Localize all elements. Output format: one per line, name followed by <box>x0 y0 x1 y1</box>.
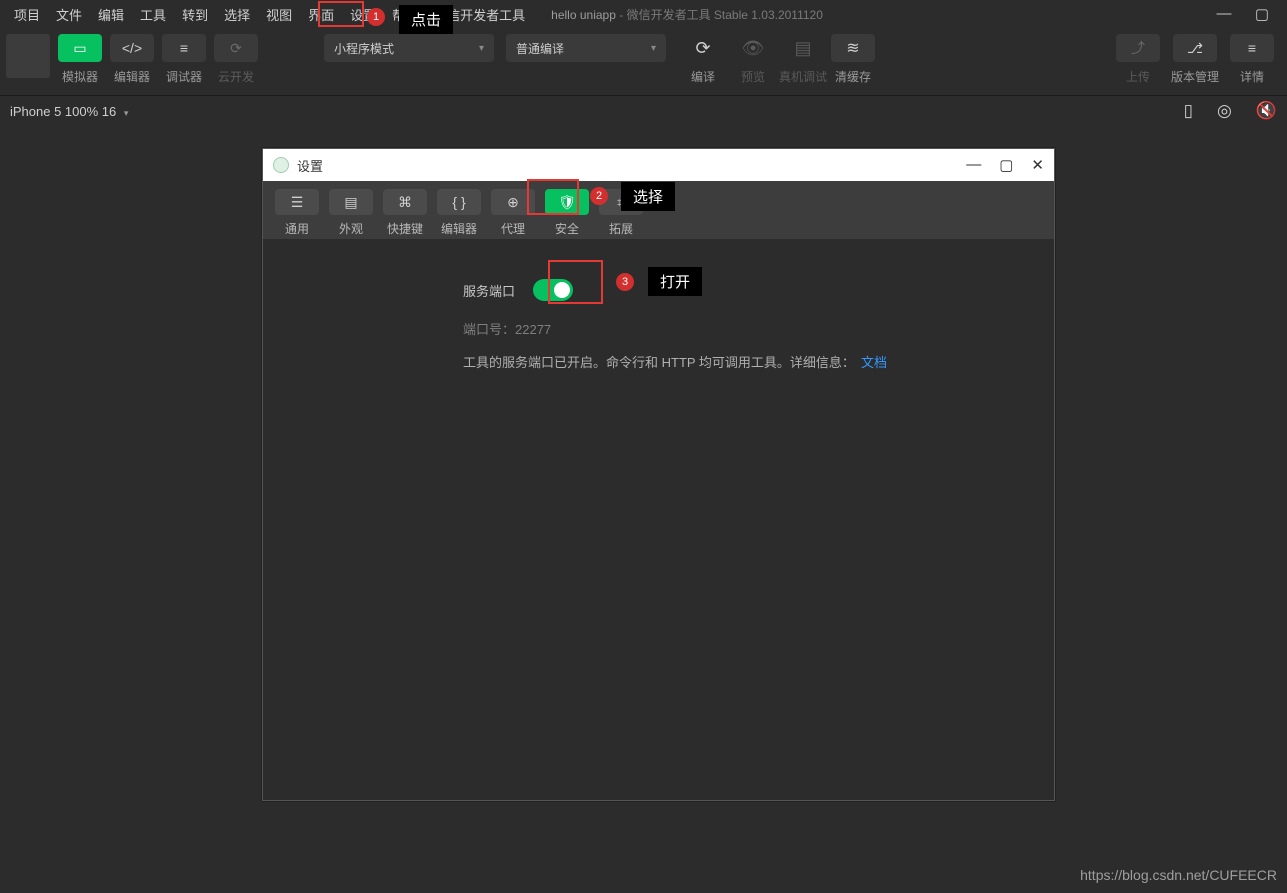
sound-mute-icon[interactable]: 🔇 <box>1256 101 1277 121</box>
maximize-icon[interactable]: ▢ <box>1253 5 1271 23</box>
record-circle-icon[interactable]: ◎ <box>1217 101 1232 121</box>
tab-security-shield-icon[interactable]: 🛡 <box>545 189 589 215</box>
device-value: iPhone 5 100% 16 <box>10 104 116 119</box>
port-value: 22277 <box>515 322 551 337</box>
dialog-close-icon[interactable]: ✕ <box>1031 156 1044 174</box>
menu-item-goto[interactable]: 转到 <box>174 1 216 28</box>
tab-shortcuts-label: 快捷键 <box>387 220 423 237</box>
app-title: hello uniapp - 微信开发者工具 Stable 1.03.20111… <box>551 6 823 23</box>
tab-proxy-globe-icon[interactable]: ⊕ <box>491 189 535 215</box>
tab-security-label: 安全 <box>555 220 579 237</box>
tab-appearance-label: 外观 <box>339 220 363 237</box>
menu-item-project[interactable]: 项目 <box>6 1 48 28</box>
remote-debug-label: 真机调试 <box>779 68 827 85</box>
device-select[interactable]: iPhone 5 100% 16 ▾ <box>10 104 128 119</box>
doc-link[interactable]: 文档 <box>861 355 887 370</box>
device-phone-icon[interactable]: ▯ <box>1184 101 1193 121</box>
preview-label: 预览 <box>741 68 765 85</box>
clouddev-label: 云开发 <box>218 68 254 85</box>
service-port-description-row: 工具的服务端口已开启。命令行和 HTTP 均可调用工具。详细信息： 文档 <box>463 352 1054 371</box>
mode-select[interactable]: 小程序模式 ▾ <box>324 34 494 62</box>
preview-thumbnail[interactable] <box>6 34 50 78</box>
preview-eye-icon[interactable]: 👁 <box>742 34 765 62</box>
service-port-label: 服务端口 <box>463 281 515 300</box>
remote-debug-qr-icon[interactable]: ▤ <box>794 34 811 62</box>
dialog-minimize-icon[interactable]: — <box>966 156 981 174</box>
menu-item-file[interactable]: 文件 <box>48 1 90 28</box>
details-menu-icon[interactable]: ≡ <box>1230 34 1274 62</box>
chevron-down-icon: ▾ <box>124 108 129 118</box>
service-port-toggle[interactable] <box>533 279 573 301</box>
tab-editor-brackets-icon[interactable]: { } <box>437 189 481 215</box>
tab-editor-label: 编辑器 <box>441 220 477 237</box>
tab-proxy-label: 代理 <box>501 220 525 237</box>
menu-item-wxdev[interactable]: 微信开发者工具 <box>426 1 533 28</box>
details-label: 详情 <box>1240 68 1264 85</box>
watermark: https://blog.csdn.net/CUFEECR <box>1080 867 1277 883</box>
chevron-down-icon: ▾ <box>651 43 656 54</box>
dialog-maximize-icon[interactable]: ▢ <box>999 156 1013 174</box>
tab-extension-label: 拓展 <box>609 220 633 237</box>
upload-label: 上传 <box>1126 68 1150 85</box>
version-branch-icon[interactable]: ⎇ <box>1173 34 1217 62</box>
port-row: 端口号：22277 <box>463 319 1054 338</box>
tab-shortcuts-keyboard-icon[interactable]: ⌘ <box>383 189 427 215</box>
menu-item-select[interactable]: 选择 <box>216 1 258 28</box>
window-controls: — ▢ <box>1215 5 1281 23</box>
menu-item-edit[interactable]: 编辑 <box>90 1 132 28</box>
tab-general-label: 通用 <box>285 220 309 237</box>
main-toolbar: ▭ 模拟器 </> 编辑器 ≡ 调试器 ⟳ 云开发 小程序模式 ▾ 普通编译 ▾… <box>0 28 1287 96</box>
menu-item-settings[interactable]: 设置 <box>342 1 384 28</box>
dialog-title: 设置 <box>297 156 323 175</box>
dialog-tabs: ☰ 通用 ▤ 外观 ⌘ 快捷键 { } 编辑器 ⊕ 代理 🛡 安全 ⌗ 拓展 <box>263 181 1054 239</box>
menubar: 项目 文件 编辑 工具 转到 选择 视图 界面 设置 帮助 微信开发者工具 he… <box>0 0 1287 28</box>
port-label: 端口号： <box>463 322 515 337</box>
minimize-icon[interactable]: — <box>1215 5 1233 23</box>
simulator-phone-icon[interactable]: ▭ <box>58 34 102 62</box>
dialog-body: 服务端口 端口号：22277 工具的服务端口已开启。命令行和 HTTP 均可调用… <box>263 239 1054 800</box>
editor-code-icon[interactable]: </> <box>110 34 154 62</box>
menu-item-help[interactable]: 帮助 <box>384 1 426 28</box>
compile-refresh-icon[interactable]: ⟳ <box>695 34 710 62</box>
editor-label: 编辑器 <box>114 68 150 85</box>
debugger-label: 调试器 <box>166 68 202 85</box>
menu-item-view[interactable]: 视图 <box>258 1 300 28</box>
service-port-description: 工具的服务端口已开启。命令行和 HTTP 均可调用工具。详细信息： <box>463 355 855 370</box>
tab-appearance-layout-icon[interactable]: ▤ <box>329 189 373 215</box>
dialog-titlebar: 设置 — ▢ ✕ <box>263 149 1054 181</box>
tab-extension-puzzle-icon[interactable]: ⌗ <box>599 189 643 215</box>
mode-select-value: 小程序模式 <box>334 40 394 57</box>
clouddev-link-icon[interactable]: ⟳ <box>214 34 258 62</box>
version-label: 版本管理 <box>1171 68 1219 85</box>
compile-label: 编译 <box>691 68 715 85</box>
compile-select[interactable]: 普通编译 ▾ <box>506 34 666 62</box>
app-logo-icon <box>273 157 289 173</box>
settings-dialog: 设置 — ▢ ✕ ☰ 通用 ▤ 外观 ⌘ 快捷键 { } 编辑器 ⊕ 代理 🛡 安全 ⌗ 拓展… <box>262 148 1055 801</box>
menu-item-interface[interactable]: 界面 <box>300 1 342 28</box>
upload-icon[interactable]: ⤴ <box>1116 34 1160 62</box>
compile-select-value: 普通编译 <box>516 40 564 57</box>
clear-cache-stack-icon[interactable]: ≋ <box>831 34 875 62</box>
clear-cache-label: 清缓存 <box>835 68 871 85</box>
menu-item-tools[interactable]: 工具 <box>132 1 174 28</box>
statusbar: iPhone 5 100% 16 ▾ ▯ ◎ 🔇 <box>0 96 1287 126</box>
app-name: hello uniapp <box>551 8 616 22</box>
tab-general-sliders-icon[interactable]: ☰ <box>275 189 319 215</box>
debugger-sliders-icon[interactable]: ≡ <box>162 34 206 62</box>
app-subtitle: - 微信开发者工具 Stable 1.03.2011120 <box>616 8 823 22</box>
chevron-down-icon: ▾ <box>479 43 484 54</box>
simulator-label: 模拟器 <box>62 68 98 85</box>
